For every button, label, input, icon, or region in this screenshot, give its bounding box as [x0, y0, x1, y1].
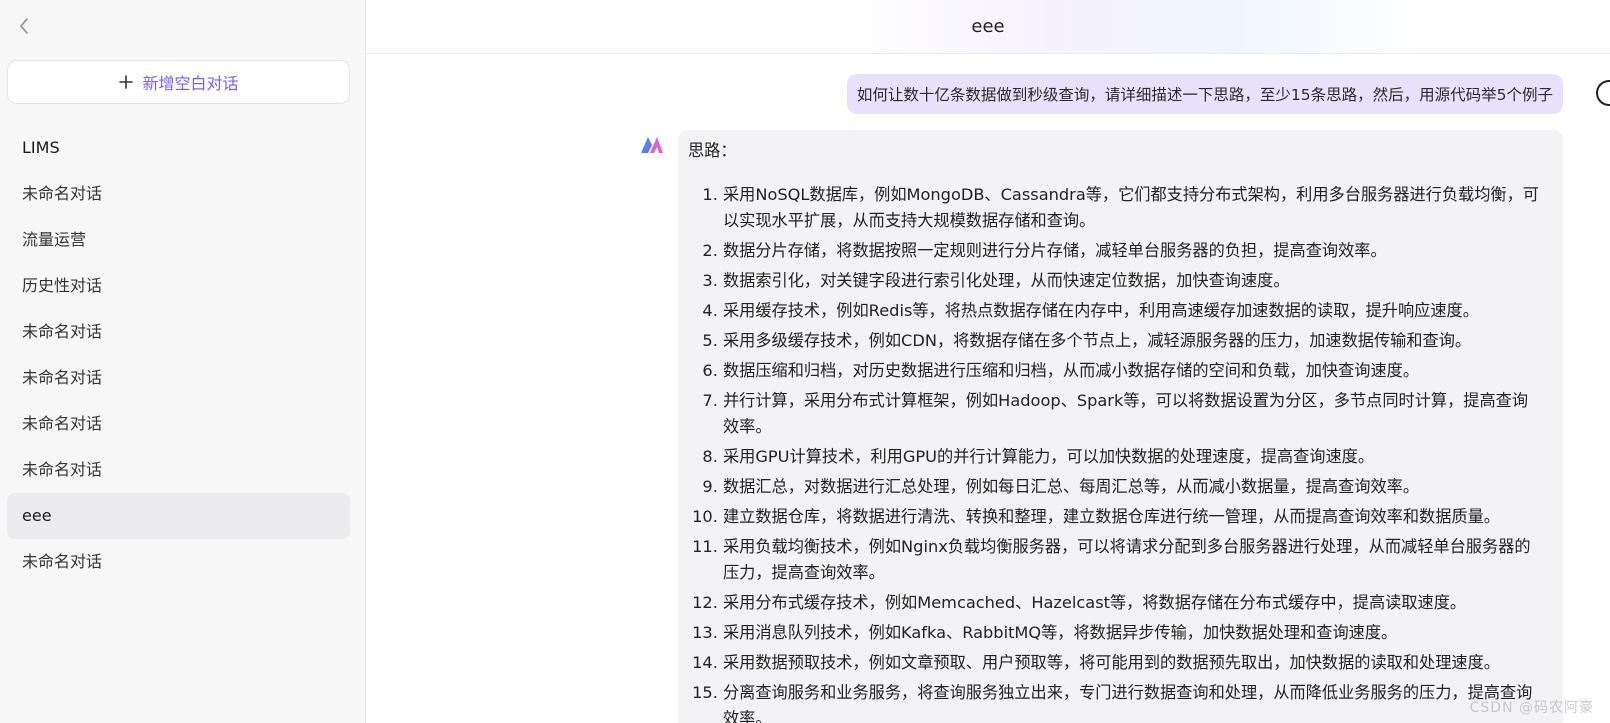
conversation-item[interactable]: 流量运营 — [7, 217, 350, 263]
conversation-item[interactable]: LIMS — [7, 125, 350, 171]
list-item: 采用GPU计算技术，利用GPU的并行计算能力，可以加快数据的处理速度，提高查询速… — [723, 444, 1551, 470]
sidebar: 新增空白对话 LIMS 未命名对话 流量运营 历史性对话 未命名对话 未命名对话… — [0, 0, 366, 723]
list-item: 采用消息队列技术，例如Kafka、RabbitMQ等，将数据异步传输，加快数据处… — [723, 620, 1551, 646]
conversation-item-active[interactable]: eee — [7, 493, 350, 539]
conversation-item[interactable]: 未命名对话 — [7, 355, 350, 401]
conversation-item[interactable]: 历史性对话 — [7, 263, 350, 309]
plus-icon — [118, 74, 134, 90]
list-item: 并行计算，采用分布式计算框架，例如Hadoop、Spark等，可以将数据设置为分… — [723, 388, 1551, 440]
list-item: 采用数据预取技术，例如文章预取、用户预取等，将可能用到的数据预先取出，加快数据的… — [723, 650, 1551, 676]
user-message-text: 如何让数十亿条数据做到秒级查询，请详细描述一下思路，至少15条思路，然后，用源代… — [856, 86, 1553, 104]
conversation-item[interactable]: 未命名对话 — [7, 401, 350, 447]
assistant-message-heading: 思路： — [688, 141, 737, 160]
assistant-message-bubble: 思路： 采用NoSQL数据库，例如MongoDB、Cassandra等，它们都支… — [678, 130, 1563, 723]
conversation-item[interactable]: 未命名对话 — [7, 447, 350, 493]
conversation-item[interactable]: 未命名对话 — [7, 539, 350, 585]
new-chat-label: 新增空白对话 — [142, 74, 239, 93]
list-item: 采用分布式缓存技术，例如Memcached、Hazelcast等，将数据存储在分… — [723, 590, 1551, 616]
list-item: 数据压缩和归档，对历史数据进行压缩和归档，从而减小数据存储的空间和负载，加快查询… — [723, 358, 1551, 384]
conversation-item[interactable]: 未命名对话 — [7, 171, 350, 217]
list-item: 采用负载均衡技术，例如Nginx负载均衡服务器，可以将请求分配到多台服务器进行处… — [723, 534, 1551, 586]
list-item: 采用多级缓存技术，例如CDN，将数据存储在多个节点上，减轻源服务器的压力，加速数… — [723, 328, 1551, 354]
back-button[interactable] — [12, 14, 36, 42]
list-item: 数据分片存储，将数据按照一定规则进行分片存储，减轻单台服务器的负担，提高查询效率… — [723, 238, 1551, 264]
list-item: 分离查询服务和业务服务，将查询服务独立出来，专门进行数据查询和处理，从而降低业务… — [723, 680, 1551, 723]
watermark: CSDN @码农阿豪 — [1469, 700, 1594, 716]
conversation-list: LIMS 未命名对话 流量运营 历史性对话 未命名对话 未命名对话 未命名对话 … — [7, 125, 350, 585]
chevron-left-icon — [18, 17, 30, 39]
list-item: 采用缓存技术，例如Redis等，将热点数据存储在内存中，利用高速缓存加速数据的读… — [723, 298, 1551, 324]
chat-title: eee — [971, 16, 1005, 37]
list-item: 数据汇总，对数据进行汇总处理，例如每日汇总、每周汇总等，从而减小数据量，提高查询… — [723, 474, 1551, 500]
conversation-item[interactable]: 未命名对话 — [7, 309, 350, 355]
chat-main: eee 如何让数十亿条数据做到秒级查询，请详细描述一下思路，至少15条思路，然后… — [366, 0, 1610, 723]
app-window: 新增空白对话 LIMS 未命名对话 流量运营 历史性对话 未命名对话 未命名对话… — [0, 0, 1610, 723]
chat-header: eee — [366, 0, 1610, 54]
assistant-points-list: 采用NoSQL数据库，例如MongoDB、Cassandra等，它们都支持分布式… — [688, 182, 1551, 723]
list-item: 采用NoSQL数据库，例如MongoDB、Cassandra等，它们都支持分布式… — [723, 182, 1551, 234]
new-chat-button[interactable]: 新增空白对话 — [7, 60, 350, 104]
user-avatar[interactable] — [1596, 80, 1610, 106]
list-item: 数据索引化，对关键字段进行索引化处理，从而快速定位数据，加快查询速度。 — [723, 268, 1551, 294]
user-message-bubble: 如何让数十亿条数据做到秒级查询，请详细描述一下思路，至少15条思路，然后，用源代… — [846, 74, 1563, 114]
list-item: 建立数据仓库，将数据进行清洗、转换和整理，建立数据仓库进行统一管理，从而提高查询… — [723, 504, 1551, 530]
assistant-logo-icon — [639, 134, 665, 156]
